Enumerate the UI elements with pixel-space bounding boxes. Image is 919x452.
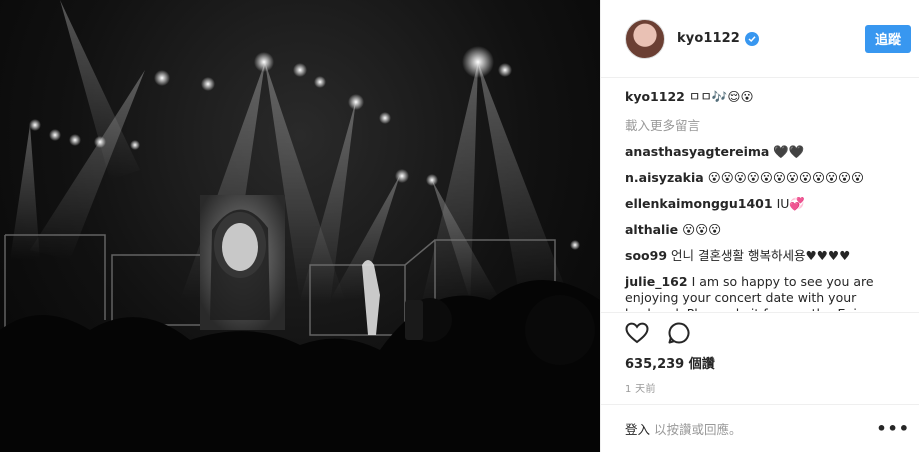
- post-footer: 登入 以按讚或回應。 •••: [601, 404, 919, 452]
- caption-username[interactable]: kyo1122: [625, 89, 685, 104]
- comment-item: althalie 😮😮😮: [625, 222, 900, 238]
- likes-count[interactable]: 635,239 個讚: [625, 353, 896, 372]
- more-options-icon[interactable]: •••: [876, 419, 910, 438]
- post-side-panel: kyo1122 追蹤 kyo1122 ㅁㅁ🎶😌😮 載入更多留言 anasthasy…: [600, 0, 919, 452]
- caption-text: ㅁㅁ🎶😌😮: [688, 89, 754, 104]
- login-prompt: 登入 以按讚或回應。: [625, 419, 876, 438]
- comment-text: 😮😮😮😮😮😮😮😮😮😮😮😮: [707, 170, 865, 185]
- comment-item: soo99 언니 결혼생활 행복하세용♥♥♥♥: [625, 248, 900, 264]
- username-wrap: kyo1122: [677, 31, 865, 46]
- verified-badge-icon: [744, 31, 759, 46]
- follow-button[interactable]: 追蹤: [865, 24, 911, 53]
- comment-username[interactable]: althalie: [625, 222, 678, 237]
- comment-username[interactable]: julie_162: [625, 274, 688, 289]
- comment-text: 언니 결혼생활 행복하세용♥♥♥♥: [671, 248, 851, 263]
- comment-item: ellenkaimonggu1401 IU💞: [625, 196, 900, 212]
- comment-username[interactable]: soo99: [625, 248, 667, 263]
- post-photo[interactable]: [0, 0, 600, 452]
- comment-bubble-icon[interactable]: [667, 321, 691, 345]
- instagram-post-modal: kyo1122 追蹤 kyo1122 ㅁㅁ🎶😌😮 載入更多留言 anasthasy…: [0, 0, 919, 452]
- concert-photo-illustration: [0, 0, 600, 452]
- post-header: kyo1122 追蹤: [601, 0, 919, 78]
- load-more-comments-link[interactable]: 載入更多留言: [625, 115, 900, 134]
- comment-item: julie_162 I am so happy to see you are en…: [625, 274, 900, 311]
- comments-list[interactable]: kyo1122 ㅁㅁ🎶😌😮 載入更多留言 anasthasyagtereima 🖤🖤…: [601, 79, 919, 311]
- comment-text: IU💞: [776, 196, 805, 211]
- comment-username[interactable]: ellenkaimonggu1401: [625, 196, 773, 211]
- post-timestamp[interactable]: 1 天前: [625, 380, 896, 395]
- comment-text: 😮😮😮: [682, 222, 722, 237]
- login-link[interactable]: 登入: [625, 422, 650, 437]
- username[interactable]: kyo1122: [677, 31, 740, 46]
- comment-text: 🖤🖤: [773, 144, 805, 159]
- comment-username[interactable]: n.aisyzakia: [625, 170, 704, 185]
- comment-item: anasthasyagtereima 🖤🖤: [625, 144, 900, 160]
- action-icons: [625, 313, 896, 353]
- caption: kyo1122 ㅁㅁ🎶😌😮: [625, 89, 900, 105]
- heart-icon[interactable]: [625, 322, 649, 344]
- avatar[interactable]: [625, 18, 665, 59]
- login-prompt-text: 以按讚或回應。: [654, 422, 742, 437]
- post-actions: 635,239 個讚 1 天前: [601, 312, 919, 395]
- comment-username[interactable]: anasthasyagtereima: [625, 144, 769, 159]
- comment-item: n.aisyzakia 😮😮😮😮😮😮😮😮😮😮😮😮: [625, 170, 900, 186]
